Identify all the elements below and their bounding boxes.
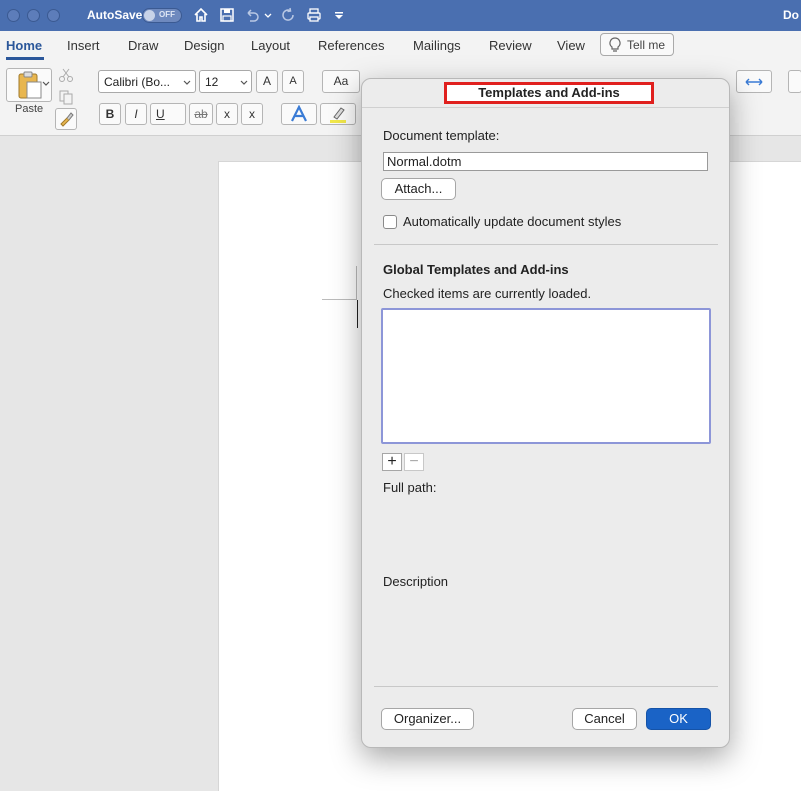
italic-button[interactable]: I <box>125 103 147 125</box>
undo-dropdown-icon[interactable] <box>263 7 273 23</box>
zoom-window-button[interactable] <box>47 9 60 22</box>
checked-items-note: Checked items are currently loaded. <box>383 286 592 301</box>
tab-insert[interactable]: Insert <box>67 38 100 53</box>
minimize-window-button[interactable] <box>27 9 40 22</box>
clipboard-icon <box>18 71 42 99</box>
text-effects-button[interactable] <box>281 103 317 125</box>
superscript-button[interactable]: x <box>241 103 263 125</box>
change-case-label: Aa <box>333 74 349 88</box>
autosave-toggle[interactable]: OFF <box>142 8 182 23</box>
tab-draw[interactable]: Draw <box>128 38 158 53</box>
organizer-button[interactable]: Organizer... <box>381 708 474 730</box>
margin-guide-vertical <box>356 266 357 299</box>
chevron-down-icon <box>240 80 248 85</box>
highlight-button[interactable] <box>320 103 356 125</box>
close-window-button[interactable] <box>7 9 20 22</box>
paste-label: Paste <box>15 103 44 115</box>
redo-icon[interactable] <box>281 7 297 23</box>
print-icon[interactable] <box>306 7 322 23</box>
add-template-button[interactable]: + <box>382 453 402 471</box>
bold-button[interactable]: B <box>99 103 121 125</box>
lightbulb-icon <box>609 37 621 52</box>
tell-me-label: Tell me <box>627 38 666 52</box>
toggle-state: OFF <box>159 10 175 19</box>
superscript-label: x <box>249 107 255 121</box>
brush-icon <box>60 112 74 127</box>
global-templates-list[interactable] <box>381 308 711 444</box>
remove-template-button[interactable]: − <box>404 453 424 471</box>
tab-home[interactable]: Home <box>6 38 42 53</box>
strikethrough-label: ab <box>194 107 208 121</box>
chevron-down-icon <box>183 80 191 85</box>
tab-view[interactable]: View <box>557 38 585 53</box>
tab-references[interactable]: References <box>318 38 384 53</box>
auto-update-checkbox[interactable] <box>383 215 397 229</box>
bold-label: B <box>105 107 115 121</box>
format-painter-button[interactable] <box>55 108 77 130</box>
dialog-titlebar: Templates and Add-ins <box>362 79 729 108</box>
document-template-label: Document template: <box>383 128 500 143</box>
dialog-title: Templates and Add-ins <box>444 82 654 104</box>
shrink-font-button[interactable]: A <box>282 70 304 93</box>
shrink-font-label: A <box>289 75 297 87</box>
tab-review[interactable]: Review <box>489 38 532 53</box>
separator <box>374 686 718 687</box>
attach-button[interactable]: Attach... <box>381 178 456 200</box>
text-cursor <box>357 300 358 328</box>
grow-font-button[interactable]: A <box>256 70 278 93</box>
styles-pane-button[interactable] <box>788 70 801 93</box>
description-label: Description <box>383 574 449 589</box>
paste-dropdown-icon[interactable] <box>42 80 50 88</box>
font-name-select[interactable]: Calibri (Bo... <box>98 70 196 93</box>
save-icon[interactable] <box>219 7 235 23</box>
global-templates-heading: Global Templates and Add-ins <box>383 262 569 277</box>
window-titlebar: AutoSave OFF Do <box>0 0 801 31</box>
select-button[interactable] <box>736 70 772 93</box>
text-effects-icon <box>291 104 307 122</box>
tab-mailings[interactable]: Mailings <box>413 38 461 53</box>
document-template-input[interactable]: Normal.dotm <box>383 152 708 171</box>
font-size-select[interactable]: 12 <box>199 70 252 93</box>
select-arrows-icon <box>745 78 763 86</box>
home-icon[interactable] <box>193 7 209 23</box>
strikethrough-button[interactable]: ab <box>189 103 213 125</box>
italic-label: I <box>134 107 138 121</box>
ribbon-tab-bar: Home Insert Draw Design Layout Reference… <box>0 31 801 60</box>
underline-label: U <box>156 107 165 121</box>
tell-me-button[interactable]: Tell me <box>600 33 674 56</box>
autosave-label: AutoSave <box>87 8 143 22</box>
ok-button[interactable]: OK <box>646 708 711 730</box>
customize-toolbar-icon[interactable] <box>333 7 345 23</box>
subscript-button[interactable]: x <box>216 103 238 125</box>
document-title: Do <box>783 8 799 22</box>
change-case-button[interactable]: Aa <box>322 70 360 93</box>
copy-icon[interactable] <box>58 89 74 105</box>
templates-addins-dialog: Templates and Add-ins Document template:… <box>361 78 730 748</box>
subscript-label: x <box>224 107 230 121</box>
undo-icon[interactable] <box>244 7 260 23</box>
font-size-value: 12 <box>205 75 219 89</box>
cut-icon[interactable] <box>58 67 74 83</box>
tab-layout[interactable]: Layout <box>251 38 290 53</box>
grow-font-label: A <box>262 74 271 88</box>
font-name-value: Calibri (Bo... <box>104 75 171 89</box>
auto-update-label: Automatically update document styles <box>403 214 622 229</box>
separator <box>374 244 718 245</box>
margin-guide-horizontal <box>322 299 357 300</box>
toggle-knob <box>144 10 155 21</box>
highlighter-icon <box>330 107 346 123</box>
cancel-button[interactable]: Cancel <box>572 708 637 730</box>
tab-design[interactable]: Design <box>184 38 224 53</box>
full-path-label: Full path: <box>383 480 437 495</box>
underline-button[interactable]: U <box>150 103 186 125</box>
